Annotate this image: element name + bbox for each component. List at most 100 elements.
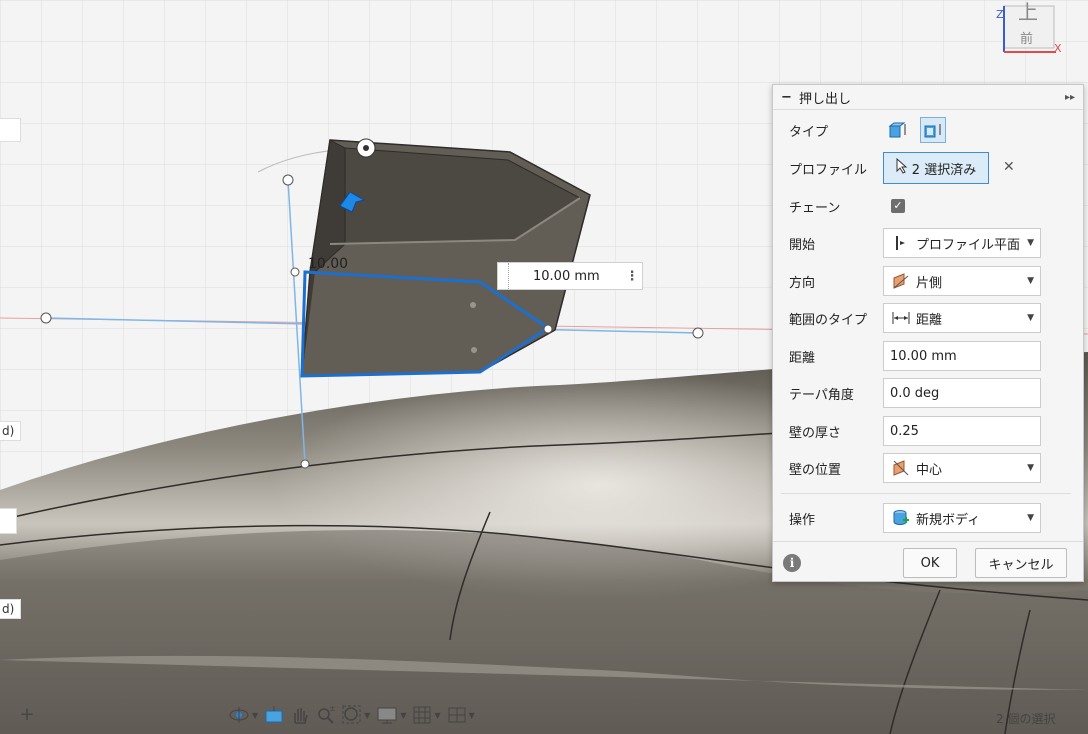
chain-checkbox[interactable]: ✓ [891,199,905,213]
info-icon[interactable]: i [783,554,801,572]
fit-tool[interactable]: ▼ [342,705,370,725]
collapse-icon[interactable]: − [781,90,799,105]
chevron-down-icon: ▼ [1027,238,1034,248]
operation-dropdown[interactable]: 新規ボディ ▼ [883,503,1041,533]
distance-icon [890,310,912,326]
direction-label: 方向 [789,275,816,291]
chevron-down-icon: ▼ [1027,313,1034,323]
wall-position-label: 壁の位置 [789,462,842,478]
wall-position-row: 壁の位置 中心 ▼ [773,450,1083,486]
distance-row: 距離 10.00 mm [773,338,1083,374]
side-tag-1: d) [0,421,22,441]
dialog-footer: i OK キャンセル [773,541,1083,582]
taper-input[interactable]: 0.0 deg [883,378,1041,408]
viewports-tool[interactable]: ▼ [447,705,475,725]
wall-thickness-label: 壁の厚さ [789,425,842,441]
profile-row: プロファイル 2 選択済み ✕ [773,150,1083,186]
distance-label: 距離 [789,350,816,366]
dialog-header[interactable]: − 押し出し ▸▸ [773,85,1083,110]
start-label: 開始 [789,237,816,253]
direction-row: 方向 片側 ▼ [773,263,1083,299]
add-icon[interactable]: + [16,704,38,726]
operation-value: 新規ボディ [916,512,981,528]
display-icon [377,707,397,724]
orbit-icon [229,707,249,723]
type-solid-button[interactable] [885,117,911,143]
selection-status: 2 個の選択 [996,712,1056,726]
view-cube-top-face[interactable]: 上 [1018,0,1038,25]
cancel-button[interactable]: キャンセル [975,548,1067,578]
start-row: 開始 プロファイル平面 ▼ [773,225,1083,261]
distance-input[interactable]: 10.00 mm [883,341,1041,371]
svg-text:±: ± [329,705,336,713]
profile-label: プロファイル [789,162,868,178]
direction-value: 片側 [916,275,943,291]
display-settings-tool[interactable]: ▼ [376,705,406,725]
dimension-label: 10.00 [308,256,349,272]
profile-selected-value: 2 選択済み [911,162,977,178]
taper-label: テーパ角度 [789,387,854,403]
wall-thickness-input[interactable]: 0.25 [883,416,1041,446]
view-cube[interactable]: 上 前 Z X [996,0,1066,58]
look-at-tool[interactable] [264,705,284,725]
wall-position-value: 中心 [916,462,943,478]
chevron-down-icon: ▼ [1027,463,1034,473]
extent-type-label: 範囲のタイプ [789,312,868,328]
navigation-toolbar: ▼ ± ▼ ▼ ▼ ▼ [228,700,475,730]
type-thin-button[interactable] [920,117,946,143]
start-dropdown[interactable]: プロファイル平面 ▼ [883,228,1041,258]
profile-plane-icon [890,235,912,251]
chain-row: チェーン ✓ [773,188,1083,224]
zoom-icon: ± [318,705,336,724]
type-row: タイプ [773,112,1083,148]
extrude-thin-icon [924,124,941,138]
zoom-tool[interactable]: ± [316,705,336,725]
z-axis-label: Z [996,8,1004,21]
wall-position-dropdown[interactable]: 中心 ▼ [883,453,1041,483]
one-side-icon [890,272,912,290]
distance-value[interactable]: 10.00 mm [890,349,1034,364]
cursor-arrow-icon [896,157,908,178]
pan-tool[interactable] [290,705,310,725]
fit-icon [342,705,361,724]
chevron-down-icon: ▼ [1027,513,1034,523]
orbit-tool[interactable]: ▼ [228,705,258,725]
operation-label: 操作 [789,512,816,528]
side-tag-3: d) [0,599,22,619]
grid-icon [413,706,431,724]
chevron-down-icon: ▼ [1027,276,1034,286]
extrude-dialog: − 押し出し ▸▸ タイプ プロファイル 2 選択済み ✕ チェーン ✓ 開始 … [772,84,1084,582]
center-wall-icon [890,459,912,477]
extent-type-row: 範囲のタイプ 距離 ▼ [773,300,1083,336]
distance-dimension-value[interactable]: 10.00 mm [533,269,622,284]
wall-thickness-value[interactable]: 0.25 [890,424,1034,439]
divider [781,493,1071,494]
look-at-icon [265,706,283,723]
ok-button[interactable]: OK [903,548,957,578]
side-tag-2 [0,508,17,534]
dialog-title: 押し出し [799,91,852,107]
pan-hand-icon [294,708,308,724]
more-options-icon[interactable]: ⋮ [622,269,642,284]
view-cube-front-face[interactable]: 前 [1020,28,1033,47]
grid-settings-tool[interactable]: ▼ [412,705,441,725]
distance-dimension-input[interactable]: 10.00 mm ⋮ [497,262,643,290]
drag-grip-icon[interactable] [498,263,509,289]
type-label: タイプ [789,124,829,140]
start-value: プロファイル平面 [916,237,1021,253]
viewports-icon [448,707,466,723]
extrude-solid-icon [888,122,906,138]
direction-dropdown[interactable]: 片側 ▼ [883,266,1041,296]
extent-type-value: 距離 [916,312,943,328]
profile-select-button[interactable]: 2 選択済み [883,152,989,184]
taper-row: テーパ角度 0.0 deg [773,375,1083,411]
expand-icon[interactable]: ▸▸ [1065,92,1075,103]
chain-label: チェーン [789,200,841,216]
new-body-icon [890,509,912,527]
taper-value[interactable]: 0.0 deg [890,386,1034,401]
clear-selection-icon[interactable]: ✕ [1003,159,1015,175]
operation-row: 操作 新規ボディ ▼ [773,500,1083,536]
wall-thickness-row: 壁の厚さ 0.25 [773,413,1083,449]
extent-type-dropdown[interactable]: 距離 ▼ [883,303,1041,333]
x-axis-label: X [1054,42,1062,55]
